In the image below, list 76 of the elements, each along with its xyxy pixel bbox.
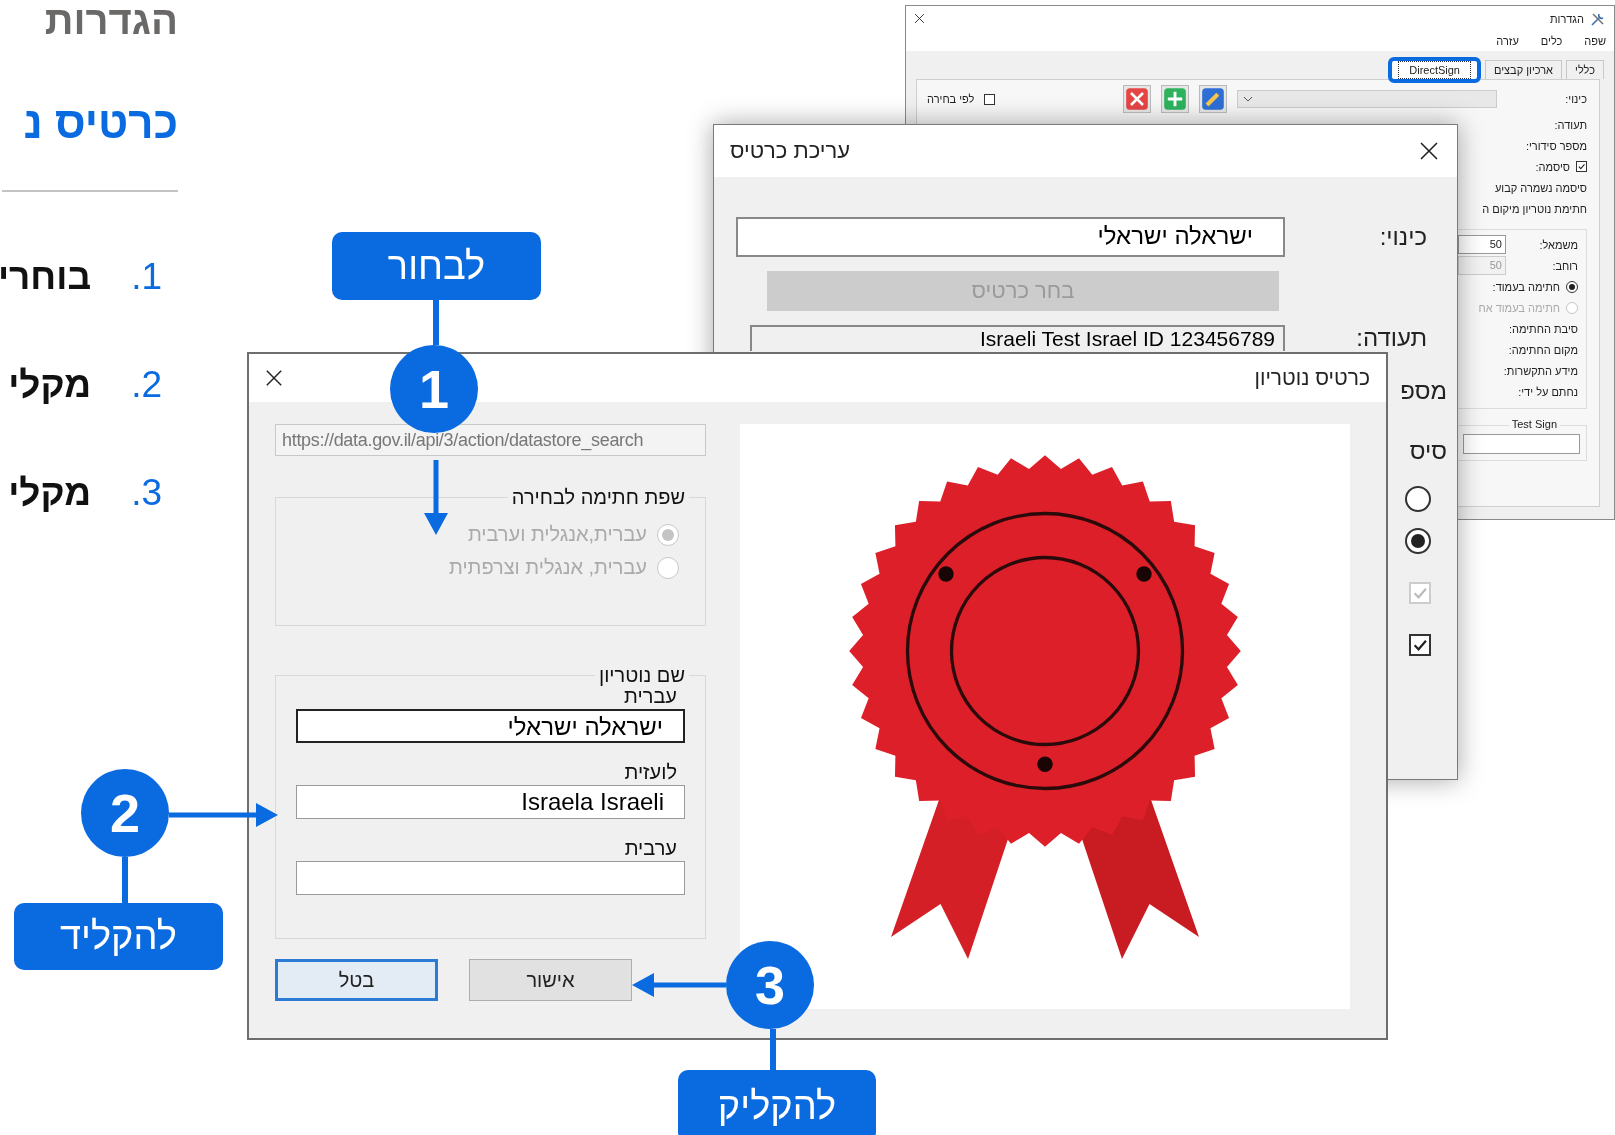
field-label: עברית [624, 685, 678, 707]
field-label: כינוי: [1564, 93, 1587, 105]
field-label: לועזית [623, 761, 678, 783]
field-label: ערבית [623, 837, 678, 859]
menu-item[interactable]: שפה [1584, 35, 1606, 47]
connector-line [433, 300, 439, 345]
window-title: הגדרות [1549, 12, 1584, 25]
radio-button[interactable] [1405, 486, 1431, 512]
callout-label: להקליד [14, 903, 223, 970]
checkmark-icon [1577, 162, 1586, 171]
checkbox[interactable] [1576, 161, 1587, 172]
radio-label: עברית,אנגלית וערבית [467, 523, 647, 546]
section-heading: כרטיס נ [22, 97, 178, 149]
field-label: מספר סידורי: [1525, 139, 1587, 152]
field-label: סיס [1409, 437, 1447, 465]
close-icon[interactable] [914, 13, 925, 24]
text-field[interactable]: ישראלה ישראלי [296, 709, 685, 743]
cancel-button[interactable]: בטל [275, 959, 438, 1001]
step-text: בוחרי [0, 255, 92, 299]
checkbox-label: סיסמה: [1535, 160, 1570, 173]
close-icon[interactable] [1419, 141, 1439, 161]
field-label: מידע התקשרות: [1503, 364, 1578, 377]
pencil-icon[interactable] [1199, 85, 1227, 113]
radio-button[interactable] [1566, 280, 1578, 293]
group-title: שם נוטריון [597, 664, 686, 687]
tab[interactable]: ארכיון קבצים [1485, 60, 1563, 79]
text-field[interactable]: Israeli Test Israel ID 123456789 [750, 325, 1285, 351]
group-title: שפת חתימה לבחירה [510, 486, 686, 509]
field-label: משמאל: [1539, 238, 1578, 251]
text-field[interactable]: ישראלה ישראלי [736, 217, 1285, 257]
field-label: סיבת החתימה: [1508, 322, 1578, 335]
menu-item[interactable]: כלים [1540, 35, 1563, 47]
step-badge: 2 [81, 769, 169, 857]
step-text: מקלי [8, 471, 92, 515]
callout-label: להקליק [678, 1070, 876, 1135]
checkbox[interactable] [1409, 634, 1431, 656]
step-text: מקלי [8, 363, 92, 407]
field-label: מספ [1400, 377, 1447, 405]
confirm-button[interactable]: אישור [469, 959, 632, 1001]
field-label: רוחב: [1552, 259, 1578, 272]
radio-label: עברית, אנגלית וצרפתית [449, 556, 647, 579]
tab[interactable]: DirectSign [1398, 61, 1471, 79]
field-label: חתימת נוטריון מיקום ה [1482, 202, 1587, 215]
field-label: תעודה: [1356, 326, 1427, 350]
checkbox-label: לפי בחירה [927, 93, 975, 105]
tab[interactable]: כללי [1566, 60, 1604, 79]
window-title: כרטיס נוטריון [1254, 366, 1370, 390]
url-field[interactable]: https://data.gov.il/api/3/action/datastore_search [275, 424, 706, 456]
tools-icon [1590, 10, 1606, 27]
radio-button[interactable] [1405, 528, 1431, 554]
field-label: סיסמה נשמרה קבוע [1494, 181, 1587, 194]
callout-label: לבחור [332, 232, 541, 300]
text-field[interactable] [1463, 434, 1580, 454]
checkbox[interactable] [984, 93, 996, 105]
text-field[interactable] [296, 861, 685, 895]
plus-icon[interactable] [1161, 85, 1189, 113]
caret-icon [1244, 96, 1252, 102]
number-field[interactable]: 50 [1458, 235, 1506, 254]
menu-item[interactable]: עזרה [1496, 35, 1519, 47]
field-label: מקום החתימה: [1508, 343, 1578, 356]
field-label: נחתם על ידי: [1518, 385, 1578, 398]
page-title: הגדרות [43, 0, 178, 44]
window-title: עריכת כרטיס [730, 138, 851, 164]
connector-line [770, 1029, 776, 1070]
radio-label: חתימה בעמוד: [1492, 280, 1560, 293]
step-number: 2. [131, 363, 162, 407]
step-number: 3. [131, 471, 162, 515]
step-number: 1. [131, 255, 162, 299]
radio-label: חתימה בעמוד אח [1478, 301, 1560, 314]
delete-icon[interactable] [1123, 85, 1151, 113]
connector-line [122, 857, 128, 903]
close-icon[interactable] [265, 369, 283, 387]
field-label: תעודה: [1554, 118, 1587, 131]
group-title: Test Sign [1508, 418, 1560, 430]
field-label: כינוי: [1379, 223, 1427, 251]
text-field[interactable]: Israela Israeli [296, 785, 685, 819]
